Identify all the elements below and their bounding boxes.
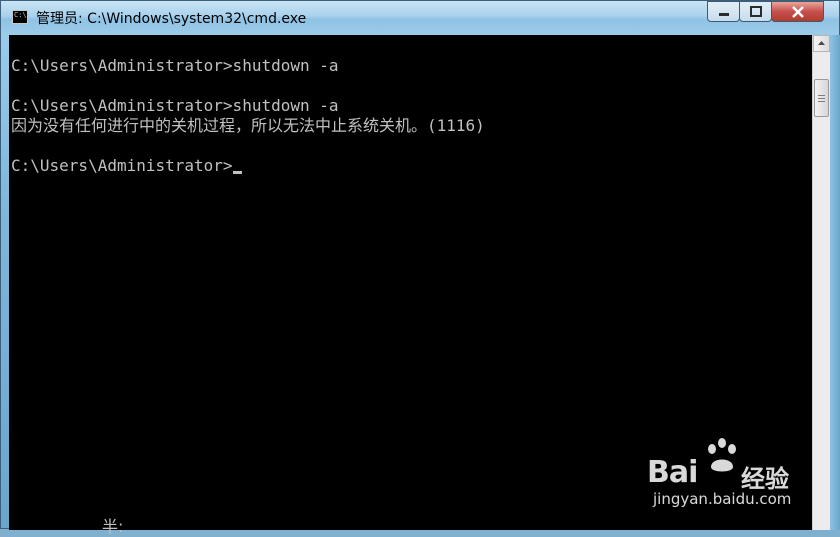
maximize-button[interactable]	[739, 1, 772, 22]
close-button[interactable]	[771, 1, 824, 22]
console-prompt: C:\Users\Administrator>	[11, 156, 233, 175]
baidu-watermark: Bai 经验 jingyan.baidu.com	[641, 433, 801, 513]
cmd-window: C:\. 管理员: C:\Windows\system32\cmd.exe C:…	[0, 0, 840, 536]
grip-line	[818, 98, 825, 99]
paw-icon	[708, 438, 736, 472]
console-line: 因为没有任何进行中的关机过程，所以无法中止系统关机。(1116)	[11, 116, 485, 135]
scroll-thumb[interactable]	[814, 79, 829, 117]
partial-text: 半:	[102, 517, 124, 536]
cmd-icon[interactable]: C:\.	[12, 10, 31, 24]
window-frame-right	[830, 35, 840, 530]
console-line: C:\Users\Administrator>shutdown -a	[11, 56, 339, 75]
watermark-brand-suffix: 经验	[741, 465, 789, 493]
close-icon	[791, 5, 804, 18]
scroll-up-button[interactable]	[813, 35, 830, 52]
grip-line	[818, 101, 825, 102]
console-line: C:\Users\Administrator>shutdown -a	[11, 96, 339, 115]
arrow-up-icon	[818, 41, 825, 45]
grip-line	[818, 95, 825, 96]
watermark-url: jingyan.baidu.com	[653, 490, 792, 508]
text-cursor	[232, 171, 242, 174]
console-prompt-line[interactable]: C:\Users\Administrator>	[11, 157, 242, 175]
window-title: 管理员: C:\Windows\system32\cmd.exe	[36, 11, 307, 27]
vertical-scrollbar[interactable]	[812, 35, 830, 530]
minimize-icon	[718, 12, 729, 16]
watermark-brand: Bai	[647, 455, 698, 490]
maximize-icon	[749, 5, 762, 17]
cmd-icon-label: C:\.	[14, 11, 31, 19]
minimize-button[interactable]	[707, 1, 740, 22]
title-bar[interactable]: C:\. 管理员: C:\Windows\system32\cmd.exe	[1, 1, 839, 34]
